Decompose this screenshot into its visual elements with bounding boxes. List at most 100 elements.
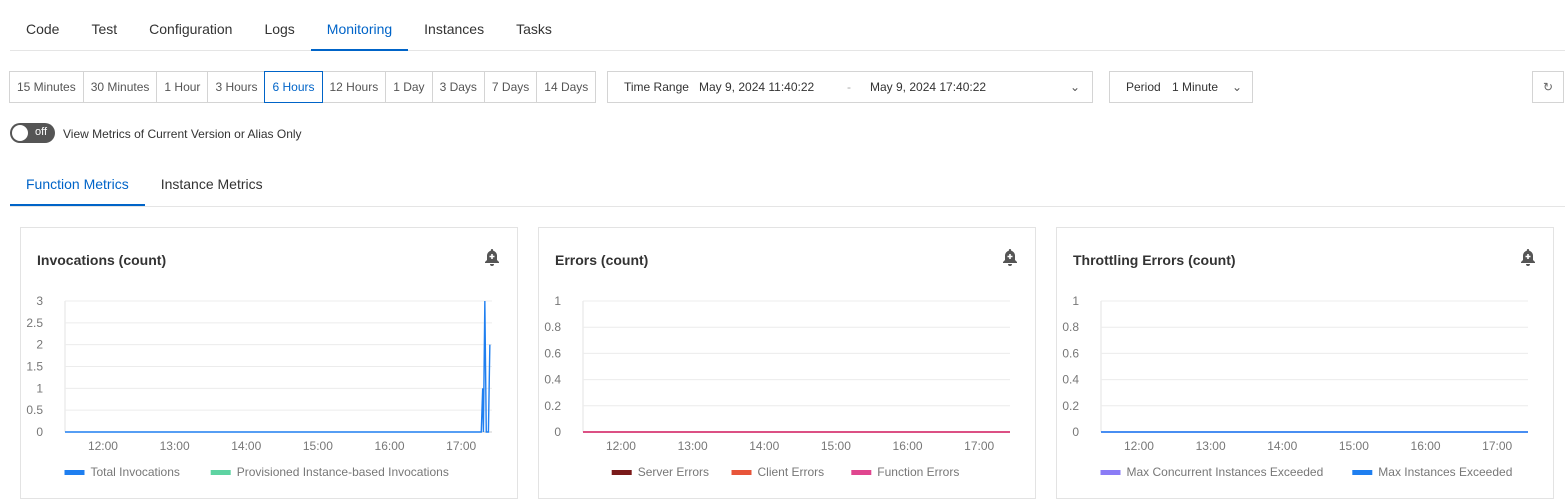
y-tick-label: 0.2 [1062, 399, 1079, 413]
y-tick-label: 0.6 [1062, 346, 1079, 360]
add-alert-bell-icon[interactable] [1519, 248, 1537, 266]
tab-tasks[interactable]: Tasks [500, 0, 568, 51]
add-alert-bell-icon[interactable] [483, 248, 501, 266]
legend-label[interactable]: Server Errors [638, 465, 709, 479]
x-tick-label: 13:00 [678, 439, 708, 453]
x-tick-label: 14:00 [231, 439, 261, 453]
x-tick-label: 12:00 [88, 439, 118, 453]
x-tick-label: 13:00 [1196, 439, 1226, 453]
y-tick-label: 0.2 [544, 399, 561, 413]
legend-swatch[interactable] [851, 470, 872, 475]
toggle-label: View Metrics of Current Version or Alias… [63, 127, 302, 141]
tab-monitoring[interactable]: Monitoring [310, 0, 409, 51]
x-tick-label: 16:00 [1411, 439, 1441, 453]
range-button-1-hour[interactable]: 1 Hour [156, 71, 209, 103]
range-button-3-hours[interactable]: 3 Hours [207, 71, 266, 103]
range-button-14-days[interactable]: 14 Days [536, 71, 597, 103]
legend-label[interactable]: Total Invocations [91, 465, 180, 479]
legend-label[interactable]: Function Errors [877, 465, 959, 479]
y-tick-label: 2.5 [26, 316, 43, 330]
legend-swatch[interactable] [1100, 470, 1121, 475]
range-button-7-days[interactable]: 7 Days [483, 71, 538, 103]
time-range-label: Time Range [624, 80, 689, 94]
tab-configuration[interactable]: Configuration [133, 0, 248, 51]
tab-instance-metrics[interactable]: Instance Metrics [145, 163, 279, 206]
x-tick-label: 17:00 [446, 439, 476, 453]
tab-code[interactable]: Code [10, 0, 75, 51]
refresh-button[interactable]: ↻ [1532, 71, 1564, 103]
metric-tabs: Function Metrics Instance Metrics [10, 163, 1565, 207]
period-value: 1 Minute [1172, 80, 1219, 94]
x-tick-label: 12:00 [606, 439, 636, 453]
time-range-buttons: 15 Minutes 30 Minutes 1 Hour 3 Hours 6 Hours… [9, 71, 597, 103]
y-tick-label: 0.5 [26, 403, 43, 417]
time-range-separator: - [847, 80, 851, 94]
legend-swatch[interactable] [611, 470, 632, 475]
chart-card: Throttling Errors (count) 0 0.2 0.4 0.6 0.8 1… [1056, 227, 1554, 499]
x-tick-label: 17:00 [964, 439, 994, 453]
legend-swatch[interactable] [731, 470, 752, 475]
range-button-15-minutes[interactable]: 15 Minutes [9, 71, 84, 103]
chart-legend: Server Errors Client Errors Function Error… [611, 465, 959, 479]
x-tick-label: 16:00 [375, 439, 405, 453]
y-tick-label: 1 [554, 294, 561, 308]
chart-title: Errors (count) [555, 252, 649, 268]
x-tick-label: 15:00 [821, 439, 851, 453]
y-tick-label: 0.4 [1062, 373, 1079, 387]
y-tick-label: 0 [1072, 425, 1079, 439]
chart-plot: 0 0.2 0.4 0.6 0.8 1 12:00 13:00 14:00 15:00 16:00 1… [1062, 294, 1528, 479]
chart-plot: 0 0.2 0.4 0.6 0.8 1 12:00 13:00 14:00 15:00 16:00 1… [544, 294, 1010, 479]
time-range-start[interactable]: May 9, 2024 11:40:22 [699, 72, 814, 102]
y-tick-label: 1 [1072, 294, 1079, 308]
legend-swatch[interactable] [210, 470, 231, 475]
range-button-1-day[interactable]: 1 Day [385, 71, 433, 103]
x-tick-label: 17:00 [1482, 439, 1512, 453]
toggle-state: off [35, 126, 48, 138]
chart-legend: Total Invocations Provisioned Instance-ba… [64, 465, 449, 479]
version-toggle[interactable]: off [10, 123, 55, 143]
y-tick-label: 0.6 [544, 346, 561, 360]
time-range-picker[interactable]: Time Range May 9, 2024 11:40:22 - May 9,… [607, 71, 1093, 103]
chart-legend: Max Concurrent Instances Exceeded Max Ins… [1100, 465, 1512, 479]
legend-label[interactable]: Client Errors [758, 465, 825, 479]
toggle-knob [12, 125, 28, 141]
add-alert-bell-icon[interactable] [1001, 248, 1019, 266]
tab-logs[interactable]: Logs [248, 0, 310, 51]
chevron-down-icon: ⌄ [1232, 80, 1243, 94]
tab-test[interactable]: Test [75, 0, 133, 51]
y-tick-label: 0.8 [544, 320, 561, 334]
range-button-6-hours[interactable]: 6 Hours [264, 71, 323, 103]
x-tick-label: 16:00 [893, 439, 923, 453]
refresh-icon: ↻ [1542, 80, 1554, 94]
x-tick-label: 12:00 [1124, 439, 1154, 453]
period-select[interactable]: Period 1 Minute ⌄ [1109, 71, 1253, 103]
x-tick-label: 14:00 [1267, 439, 1297, 453]
x-tick-label: 14:00 [749, 439, 779, 453]
y-tick-label: 3 [36, 294, 43, 308]
legend-swatch[interactable] [1352, 470, 1373, 475]
time-range-end[interactable]: May 9, 2024 17:40:22 [870, 72, 986, 102]
chart-card: Invocations (count) 0 0.5 1 1.5 2 2.5 3 12:00 13… [20, 227, 518, 499]
chart-plot: 0 0.5 1 1.5 2 2.5 3 12:00 13:00 14:00 15:00 16:00 17… [26, 294, 492, 479]
x-tick-label: 15:00 [1339, 439, 1369, 453]
legend-swatch[interactable] [64, 470, 85, 475]
y-tick-label: 2 [36, 338, 43, 352]
tab-function-metrics[interactable]: Function Metrics [10, 163, 145, 206]
legend-label[interactable]: Max Instances Exceeded [1378, 465, 1512, 479]
range-button-30-minutes[interactable]: 30 Minutes [82, 71, 158, 103]
y-tick-label: 1 [36, 381, 43, 395]
chart-card: Errors (count) 0 0.2 0.4 0.6 0.8 1 12:00 13:00 1… [538, 227, 1036, 499]
range-button-3-days[interactable]: 3 Days [431, 71, 485, 103]
main-tabs: Code Test Configuration Logs Monitoring Insta… [10, 0, 1565, 51]
legend-label[interactable]: Provisioned Instance-based Invocations [237, 465, 449, 479]
x-tick-label: 13:00 [160, 439, 190, 453]
range-button-12-hours[interactable]: 12 Hours [321, 71, 387, 103]
chart-title: Throttling Errors (count) [1073, 252, 1236, 268]
y-tick-label: 0 [554, 425, 561, 439]
x-tick-label: 15:00 [303, 439, 333, 453]
legend-label[interactable]: Max Concurrent Instances Exceeded [1127, 465, 1324, 479]
tab-instances[interactable]: Instances [408, 0, 500, 51]
period-label: Period [1126, 80, 1161, 94]
y-tick-label: 0 [36, 425, 43, 439]
chevron-down-icon: ⌄ [1070, 80, 1081, 94]
